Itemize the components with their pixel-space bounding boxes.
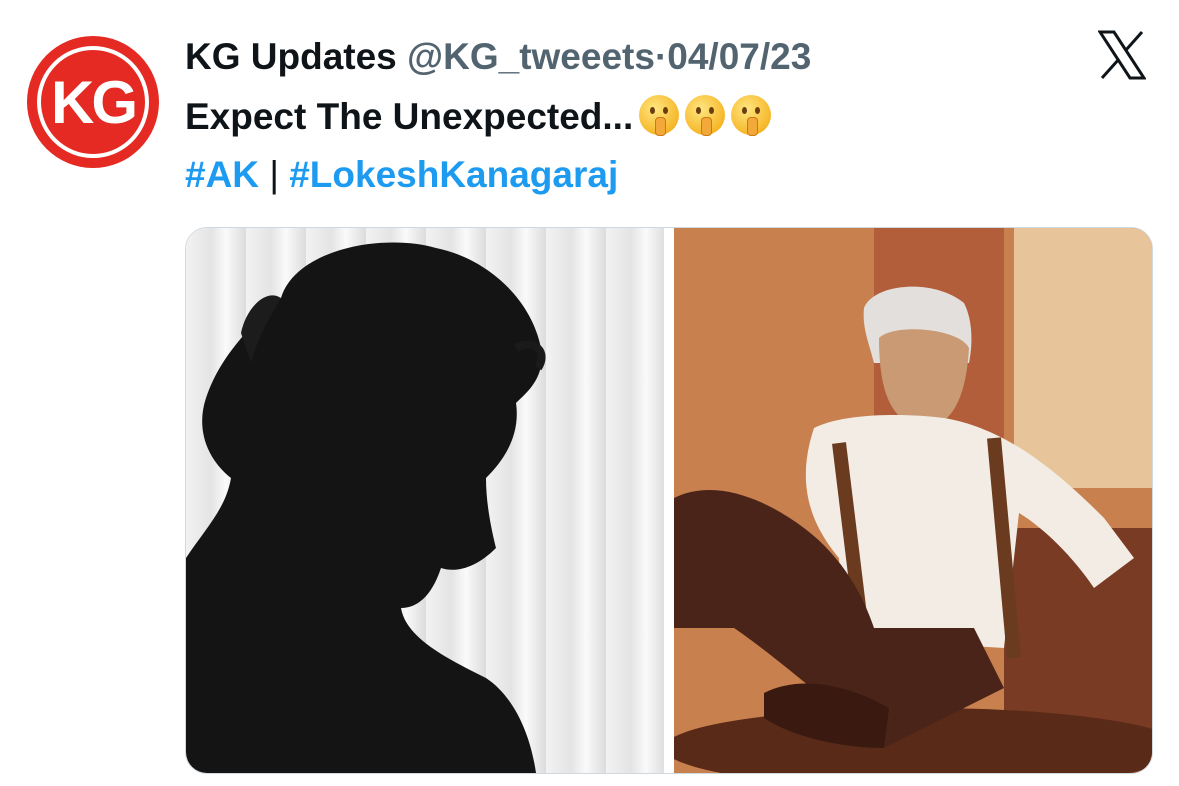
avatar-logo-text: KG (51, 68, 138, 136)
author-handle[interactable]: @KG_tweeets (407, 36, 655, 77)
photo-silhouette[interactable] (186, 228, 664, 773)
tweet-media[interactable] (185, 227, 1153, 774)
shushing-face-emoji (731, 95, 772, 136)
shushing-face-emoji (639, 95, 680, 136)
tweet-date[interactable]: 04/07/23 (667, 36, 811, 77)
author-name[interactable]: KG Updates (185, 36, 397, 77)
tweet-text: Expect The Unexpected... (185, 94, 772, 140)
photo-man-seated[interactable] (674, 228, 1152, 773)
tweet-header: KG Updates @KG_tweeets·04/07/23 (185, 34, 811, 80)
hashtag-lokeshkanagaraj[interactable]: #LokeshKanagaraj (289, 154, 618, 195)
silhouette-figure (186, 242, 546, 773)
hashtag-separator: | (269, 154, 279, 195)
shushing-face-emoji (685, 95, 726, 136)
hashtags-line: #AK | #LokeshKanagaraj (185, 152, 618, 198)
x-logo-icon[interactable] (1098, 30, 1146, 80)
avatar[interactable]: KG (27, 36, 159, 168)
tweet-text-body: Expect The Unexpected... (185, 96, 634, 137)
hashtag-ak[interactable]: #AK (185, 154, 259, 195)
seated-man-figure (674, 228, 1152, 773)
header-separator: · (654, 36, 668, 77)
